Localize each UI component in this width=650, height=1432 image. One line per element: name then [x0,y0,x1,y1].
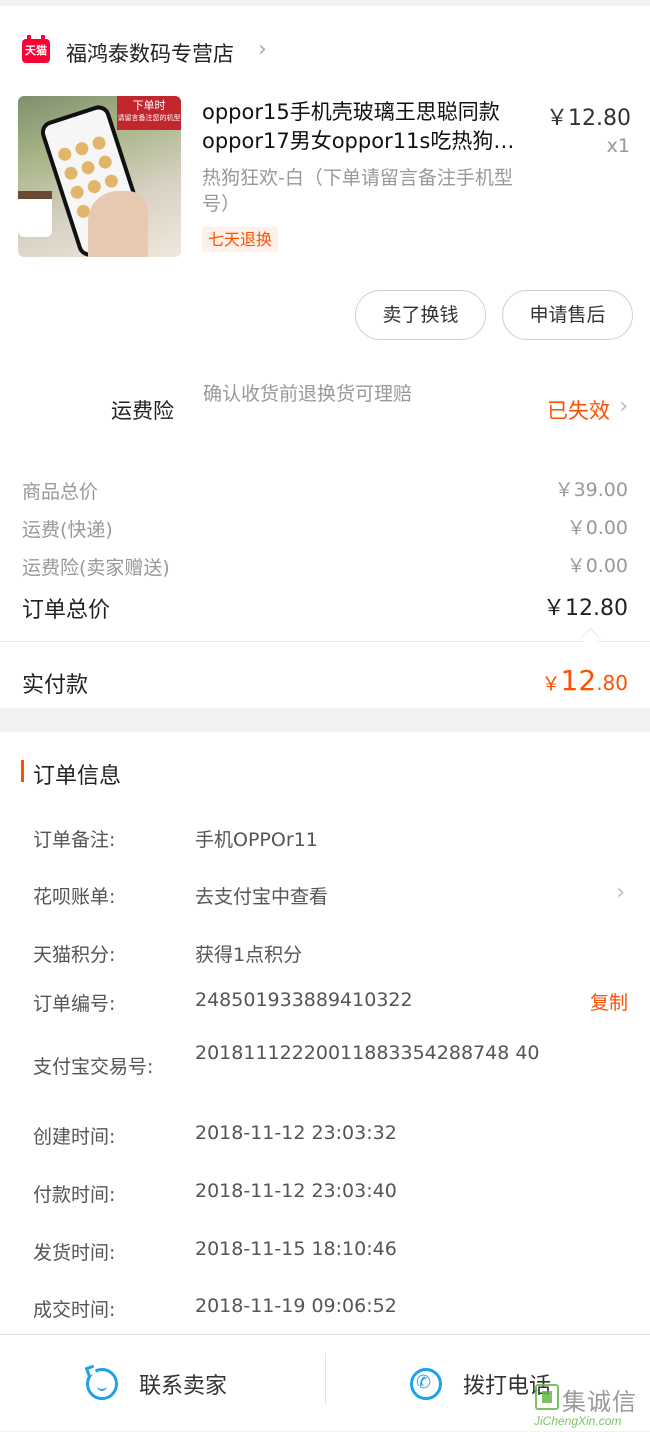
insurance-status[interactable]: 已失效 [547,395,610,425]
huabei-value[interactable]: 去支付宝中查看 [195,882,328,909]
paid-decimal: .80 [596,671,628,695]
goods-total-value: ￥39.00 [554,479,628,501]
chevron-right-icon[interactable]: › [616,880,625,905]
phone-icon [410,1367,442,1400]
product-thumbnail[interactable]: 下单时 请留言备注您的机型 [18,96,181,257]
chevron-right-icon[interactable]: › [619,394,628,419]
insurance-fee-value: ￥0.00 [566,555,628,577]
product-title-line1[interactable]: oppor15手机壳玻璃王思聪同款 [202,98,537,127]
return-policy-badge: 七天退换 [202,227,279,252]
huabei-label: 花呗账单: [33,886,116,908]
completed-time-label: 成交时间: [33,1299,116,1321]
watermark: 集诚信 JiChengXin.com [532,1384,647,1428]
watermark-logo-icon [535,1384,559,1410]
after-sale-button[interactable]: 申请售后 [502,290,633,340]
alipay-trade-value: 20181112220011883354288748 40 [195,1042,540,1064]
section-accent-bar [21,760,24,782]
section-gap [0,708,650,732]
order-note-value: 手机OPPOr11 [195,829,318,851]
created-time-value: 2018-11-12 23:03:32 [195,1122,397,1144]
order-number-label: 订单编号: [33,993,116,1015]
points-label: 天猫积分: [33,944,116,966]
alipay-trade-label: 支付宝交易号: [33,1056,154,1078]
insurance-label: 运费险 [111,399,174,423]
paid-amount-label: 实付款 [22,673,89,698]
call-phone-button[interactable]: 拨打电话 [410,1335,551,1432]
coffee-cup-graphic [18,191,52,237]
shipped-time-label: 发货时间: [33,1242,116,1264]
product-sku: 热狗狂欢-白（下单请留言备注手机型号） [202,167,513,215]
paid-time-value: 2018-11-12 23:03:40 [195,1180,397,1202]
hand-graphic [88,191,148,257]
tmall-logo-icon: 天猫 [22,35,50,63]
created-time-label: 创建时间: [33,1126,116,1148]
goods-total-label: 商品总价 [22,481,99,503]
insurance-fee-label: 运费险(卖家赠送) [22,557,170,579]
order-total-value: ￥12.80 [543,596,628,621]
sell-button[interactable]: 卖了换钱 [355,290,486,340]
chat-icon [86,1367,118,1400]
image-tag: 下单时 请留言备注您的机型 [117,96,181,130]
shipped-time-value: 2018-11-15 18:10:46 [195,1238,397,1260]
insurance-description: 确认收货前退换货可理赔 [203,383,413,405]
product-title-line2[interactable]: oppor17男女oppor11s吃热狗… [202,127,537,156]
divider [325,1353,326,1405]
order-total-label: 订单总价 [22,598,111,623]
completed-time-value: 2018-11-19 09:06:52 [195,1295,397,1317]
copy-button[interactable]: 复制 [590,988,628,1015]
divider [0,641,650,642]
order-number-value: 248501933889410322 [195,989,413,1011]
shipping-fee-value: ￥0.00 [566,517,628,539]
chevron-right-icon[interactable]: › [258,37,267,62]
image-tag-line2: 请留言备注您的机型 [117,114,181,122]
paid-integer: 12 [560,664,597,697]
product-quantity: x1 [606,135,630,157]
store-name[interactable]: 福鸿泰数码专营店 [66,38,234,68]
shipping-fee-label: 运费(快递) [22,519,113,541]
watermark-en: JiChengXin.com [534,1414,622,1428]
order-note-label: 订单备注: [33,829,116,851]
paid-time-label: 付款时间: [33,1184,116,1206]
contact-seller-button[interactable]: 联系卖家 [86,1335,227,1432]
order-info-title: 订单信息 [33,764,122,789]
paid-currency: ￥ [541,673,561,695]
product-price: ￥12.80 [546,106,631,131]
watermark-cn: 集诚信 [562,1388,637,1416]
contact-seller-label: 联系卖家 [139,1373,228,1399]
points-value: 获得1点积分 [195,944,303,966]
paid-amount-value: ￥12.80 [542,664,628,697]
image-tag-line1: 下单时 [132,99,166,112]
